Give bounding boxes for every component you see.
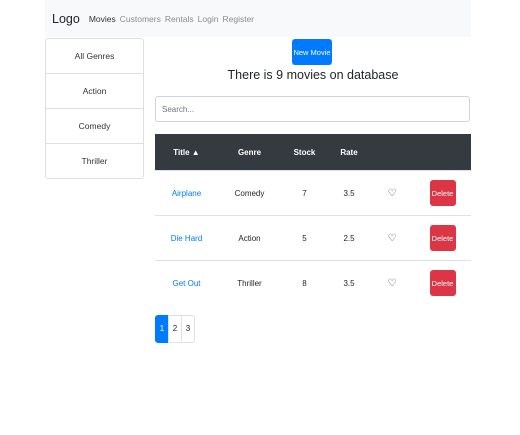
movie-title-cell: Airplane xyxy=(155,170,218,216)
nav-link-register[interactable]: Register xyxy=(222,14,254,24)
brand-logo[interactable]: Logo xyxy=(52,12,80,26)
like-cell: ♡ xyxy=(370,170,414,216)
page-link-2[interactable]: 2 xyxy=(168,315,182,343)
delete-button[interactable]: Delete xyxy=(429,270,456,296)
column-header-like xyxy=(370,134,414,171)
table-row: Die Hard Action 5 2.5 ♡ Delete xyxy=(155,215,471,261)
like-cell: ♡ xyxy=(370,260,414,305)
movie-title-cell: Get Out xyxy=(155,260,218,305)
genre-item-action[interactable]: Action xyxy=(46,74,143,109)
action-cell: Delete xyxy=(414,170,471,216)
action-cell: Delete xyxy=(414,215,471,261)
movie-stock-cell: 7 xyxy=(281,170,328,216)
movie-genre-cell: Comedy xyxy=(218,170,281,216)
page-link-1[interactable]: 1 xyxy=(155,315,169,343)
delete-button[interactable]: Delete xyxy=(429,180,456,206)
movie-genre-cell: Thriller xyxy=(218,260,281,305)
movie-count-text: There is 9 movies on database xyxy=(227,68,399,82)
table-header: Title ▲ Genre Stock Rate xyxy=(155,134,471,171)
genre-list: All Genres Action Comedy Thriller xyxy=(45,38,144,179)
heart-outline-icon[interactable]: ♡ xyxy=(388,188,397,199)
page-link-3[interactable]: 3 xyxy=(181,315,195,343)
nav-link-login[interactable]: Login xyxy=(198,14,219,24)
column-header-actions xyxy=(414,134,471,171)
heart-outline-icon[interactable]: ♡ xyxy=(388,278,397,289)
movie-title-link[interactable]: Get Out xyxy=(172,279,200,288)
genre-item-all[interactable]: All Genres xyxy=(46,39,143,74)
movie-genre-cell: Action xyxy=(218,215,281,261)
heart-outline-icon[interactable]: ♡ xyxy=(388,233,397,244)
movie-title-link[interactable]: Airplane xyxy=(172,189,201,198)
movie-rate-cell: 3.5 xyxy=(328,260,370,305)
navbar: Logo Movies Customers Rentals Login Regi… xyxy=(45,0,471,37)
like-cell: ♡ xyxy=(370,215,414,261)
column-header-stock[interactable]: Stock xyxy=(281,134,328,171)
movie-title-cell: Die Hard xyxy=(155,215,218,261)
search-input[interactable] xyxy=(155,96,470,122)
movie-stock-cell: 8 xyxy=(281,260,328,305)
delete-button[interactable]: Delete xyxy=(429,225,456,251)
movies-table: Title ▲ Genre Stock Rate Airplane Comedy… xyxy=(155,134,471,305)
new-movie-button[interactable]: New Movie xyxy=(292,39,332,65)
nav-link-rentals[interactable]: Rentals xyxy=(165,14,194,24)
table-row: Get Out Thriller 8 3.5 ♡ Delete xyxy=(155,260,471,305)
nav-link-movies[interactable]: Movies xyxy=(89,14,116,24)
movie-title-link[interactable]: Die Hard xyxy=(171,234,203,243)
column-header-rate[interactable]: Rate xyxy=(328,134,370,171)
pagination: 1 2 3 xyxy=(155,315,195,343)
table-row: Airplane Comedy 7 3.5 ♡ Delete xyxy=(155,170,471,216)
genre-item-comedy[interactable]: Comedy xyxy=(46,109,143,144)
action-cell: Delete xyxy=(414,260,471,305)
movie-rate-cell: 3.5 xyxy=(328,170,370,216)
nav-link-customers[interactable]: Customers xyxy=(120,14,161,24)
column-header-title[interactable]: Title ▲ xyxy=(155,134,218,171)
genre-item-thriller[interactable]: Thriller xyxy=(46,144,143,178)
movie-rate-cell: 2.5 xyxy=(328,215,370,261)
movie-stock-cell: 5 xyxy=(281,215,328,261)
column-header-genre[interactable]: Genre xyxy=(218,134,281,171)
